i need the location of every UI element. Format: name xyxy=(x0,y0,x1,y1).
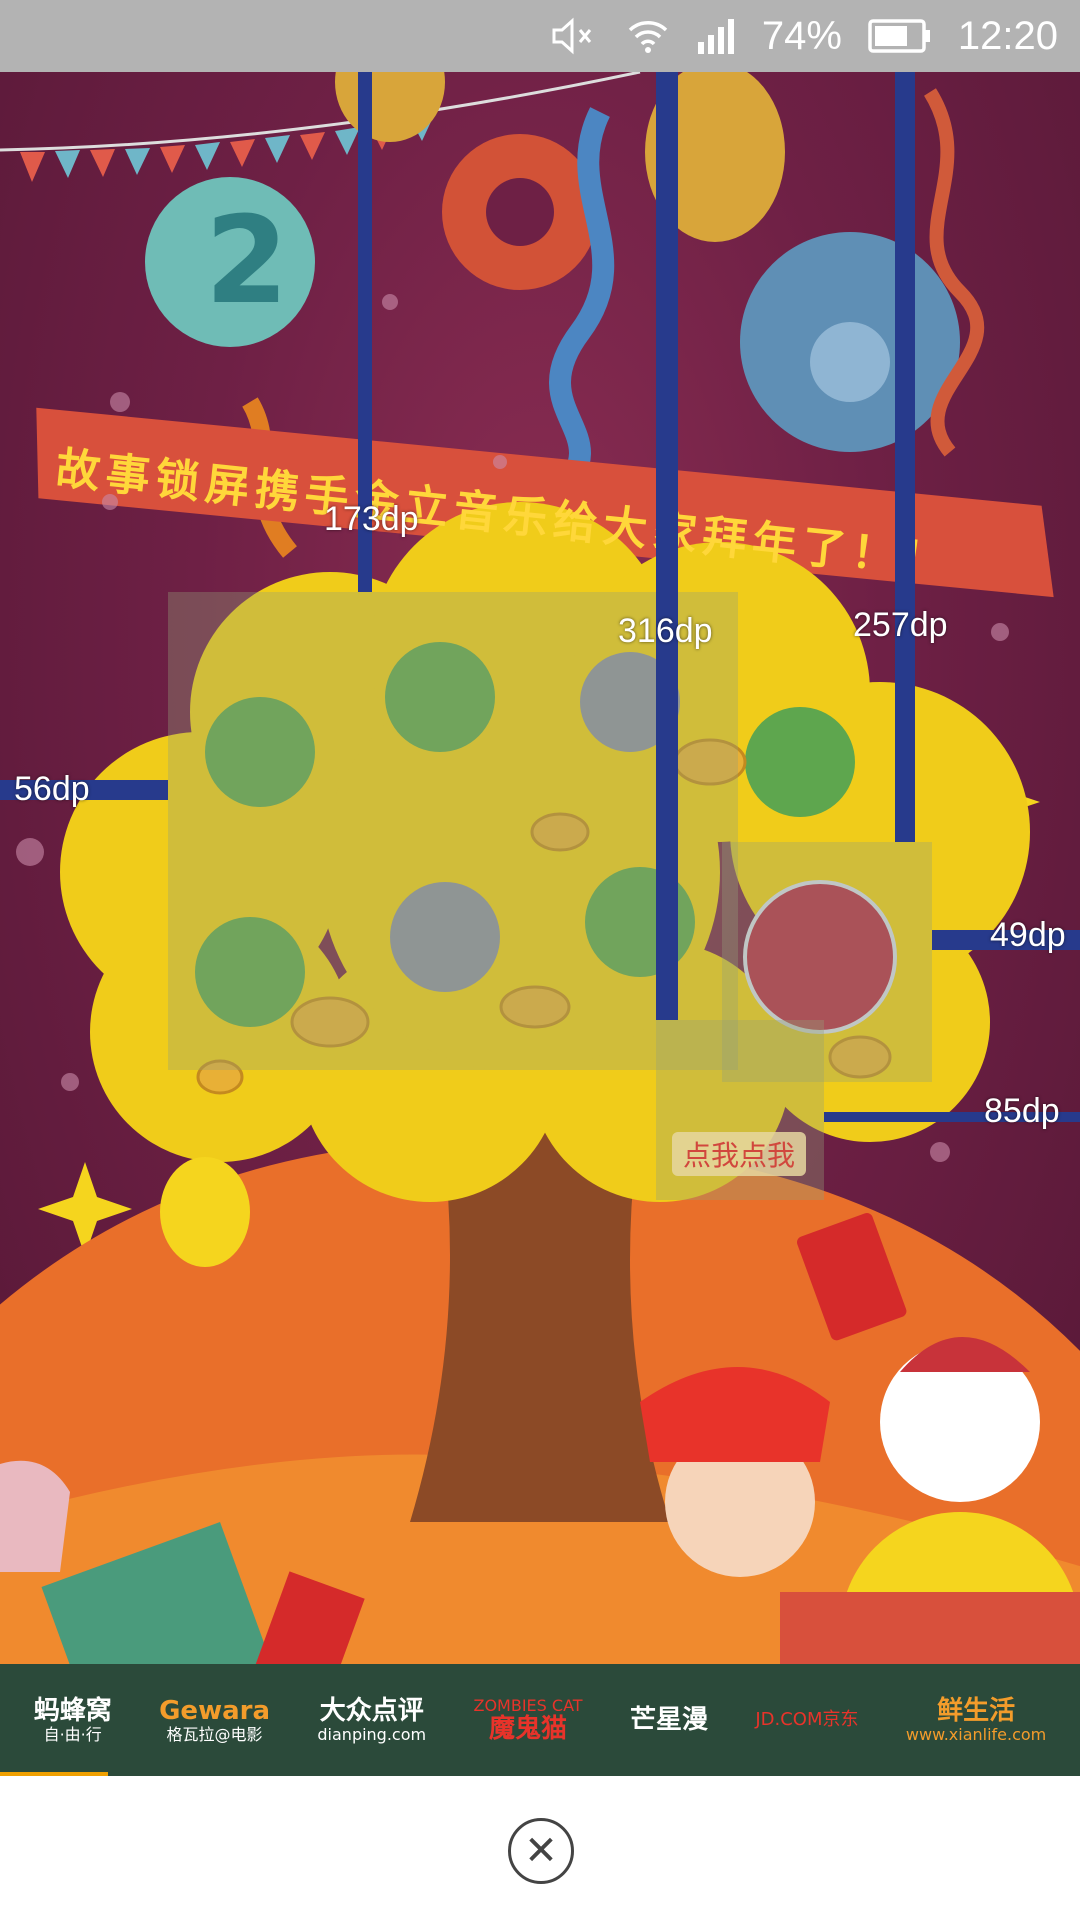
wifi-icon xyxy=(626,18,670,54)
partner-mangxingman[interactable]: 芒星漫 xyxy=(630,1706,708,1735)
partner-sub: dianping.com xyxy=(317,1724,427,1744)
guide-316 xyxy=(656,72,678,1020)
lockscreen-poster: 2 故事锁屏携手金立音乐给大家拜年了！！ 173dp 316dp 257dp 5… xyxy=(0,72,1080,1664)
label-257dp: 257dp xyxy=(853,606,948,644)
partner-name: 魔鬼猫 xyxy=(489,1713,568,1744)
partner-dianping[interactable]: 大众点评 dianping.com xyxy=(317,1697,426,1743)
partner-name: 大众点评 xyxy=(319,1695,424,1726)
label-316dp: 316dp xyxy=(618,612,713,650)
partner-name: 芒星漫 xyxy=(629,1704,708,1735)
balloon-6 xyxy=(740,232,960,452)
tap-me-button[interactable]: 点我点我 xyxy=(672,1132,806,1176)
partner-logo-bar: 蚂蜂窝 自·由·行 Gewara 格瓦拉@电影 大众点评 dianping.co… xyxy=(0,1664,1080,1776)
partner-jd[interactable]: JD.COM京东 xyxy=(755,1710,858,1730)
partner-name: 蚂蜂窝 xyxy=(33,1695,112,1726)
close-button[interactable]: ✕ xyxy=(508,1818,574,1884)
balloon-0 xyxy=(442,134,598,290)
partner-name: JD.COM京东 xyxy=(755,1709,859,1731)
partner-name: Gewara xyxy=(159,1695,270,1726)
partner-sub: 格瓦拉@电影 xyxy=(166,1724,263,1744)
label-56dp: 56dp xyxy=(14,770,90,808)
partner-sub: ZOMBIES CAT xyxy=(473,1695,583,1715)
partner-mafengwo[interactable]: 蚂蜂窝 自·由·行 xyxy=(34,1697,112,1743)
guide-257 xyxy=(895,72,915,842)
partner-zombies-cat[interactable]: ZOMBIES CAT 魔鬼猫 xyxy=(473,1697,582,1743)
label-173dp: 173dp xyxy=(324,500,419,538)
mute-icon xyxy=(550,16,600,56)
label-85dp: 85dp xyxy=(984,1092,1060,1130)
partner-name: 鲜生活 xyxy=(937,1695,1016,1726)
status-bar: 74% 12:20 xyxy=(0,0,1080,72)
apple-grid-region xyxy=(168,592,738,1070)
battery-icon xyxy=(868,18,932,54)
partner-xianlife[interactable]: 鲜生活 www.xianlife.com xyxy=(906,1697,1046,1743)
partner-sub: 自·由·行 xyxy=(43,1724,102,1744)
signal-icon xyxy=(696,18,736,54)
partner-sub: www.xianlife.com xyxy=(905,1724,1047,1744)
svg-text:2: 2 xyxy=(205,192,289,331)
balloon-2: 2 xyxy=(145,177,315,347)
partner-gewara[interactable]: Gewara 格瓦拉@电影 xyxy=(159,1697,270,1743)
close-icon: ✕ xyxy=(524,1828,558,1874)
battery-percent: 74% xyxy=(761,13,842,58)
label-49dp: 49dp xyxy=(990,916,1066,954)
clock: 12:20 xyxy=(957,13,1058,58)
